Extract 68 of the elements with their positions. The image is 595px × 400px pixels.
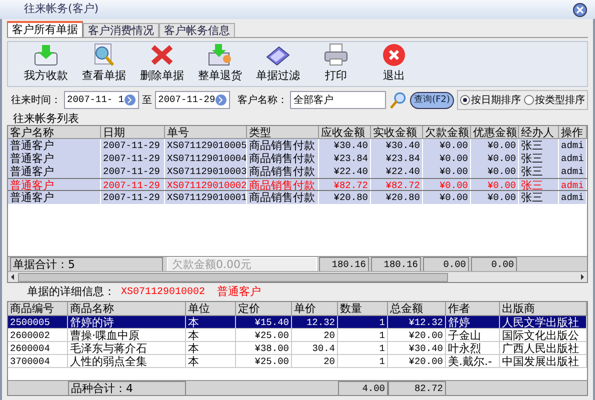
table-cell: XS071129010001 bbox=[165, 191, 247, 204]
close-button[interactable] bbox=[573, 2, 587, 16]
table-row[interactable]: 2500005 舒婷的诗 本 ¥15.40 12.32 1 ¥12.32 舒婷 人民文学出版社 bbox=[8, 316, 587, 329]
table-cell: 2007-11-29 bbox=[101, 179, 165, 190]
table-cell: 商品销售付款 bbox=[247, 191, 319, 204]
table-cell: 中国发展出版社 bbox=[500, 355, 587, 368]
toolbar-button[interactable]: 删除单据 bbox=[136, 43, 188, 85]
table-cell: ¥0.00 bbox=[471, 191, 519, 204]
table-cell: 20 bbox=[292, 355, 338, 368]
sort-radio[interactable]: 按日期排序 bbox=[460, 92, 521, 108]
table-cell: 人性的弱点全集 bbox=[68, 355, 186, 368]
list-title: 往来帐务列表 bbox=[13, 113, 79, 125]
date-field[interactable]: 2007-11-29 bbox=[155, 91, 230, 109]
tab[interactable]: 客户所有单据 bbox=[7, 21, 83, 37]
table-cell: 美.戴尔.- bbox=[446, 355, 500, 368]
table-cell: ¥82.72 bbox=[371, 179, 423, 190]
table-cell: ¥0.00 bbox=[423, 191, 471, 204]
exit-icon bbox=[381, 43, 407, 68]
total-cell: 82.72 bbox=[388, 381, 446, 396]
table-cell: admi bbox=[559, 191, 587, 204]
table-cell: 本 bbox=[186, 355, 236, 368]
table-cell: 3700004 bbox=[8, 355, 68, 368]
toolbar-button[interactable]: 查看单据 bbox=[78, 43, 130, 85]
table-cell: ¥20.00 bbox=[388, 355, 446, 368]
tab[interactable]: 客户帐务信息 bbox=[159, 23, 235, 37]
table-row[interactable]: 2600002 曹操·喋血中原 本 ¥25.00 20 1 ¥20.00 子金山 国际文化出版公 bbox=[8, 329, 587, 342]
table-cell: 2007-11-29 bbox=[101, 191, 165, 204]
table-cell: ¥82.72 bbox=[319, 179, 371, 190]
table-cell: 1 bbox=[338, 355, 388, 368]
horizontal-scrollbar[interactable] bbox=[8, 271, 587, 282]
debt-label: 欠款金额0.00元 bbox=[167, 257, 317, 272]
table-cell: ¥20.80 bbox=[371, 191, 423, 204]
total-cell: 4.00 bbox=[338, 381, 388, 396]
table-cell: ¥20.80 bbox=[319, 191, 371, 204]
search-icon[interactable] bbox=[389, 91, 408, 109]
to-label: 至 bbox=[142, 94, 152, 108]
return-icon bbox=[207, 43, 233, 68]
window-title: 往来帐务(客户) bbox=[24, 1, 99, 18]
close-icon bbox=[576, 6, 584, 14]
table-row[interactable]: 2600004 毛泽东与蒋介石 本 ¥38.00 30.4 1 ¥30.40 叶永烈 广西人民出版社 bbox=[8, 342, 587, 355]
table-row[interactable]: 普通客户 2007-11-29 XS071129010001 商品销售付款 ¥20.80 ¥20.80 ¥0.00 ¥0.00 张三 admi bbox=[8, 191, 587, 204]
table-cell: admi bbox=[559, 179, 587, 190]
spin-icon bbox=[215, 94, 228, 106]
query-button[interactable]: 查询(F2) bbox=[410, 92, 454, 108]
table-row[interactable]: 普通客户 2007-11-29 XS071129010004 商品销售付款 ¥23.84 ¥23.84 ¥0.00 ¥0.00 张三 admi bbox=[8, 152, 587, 165]
toolbar-button[interactable]: 打印 bbox=[310, 43, 362, 85]
date-field[interactable]: 2007-11- 1 bbox=[64, 91, 140, 109]
table-cell: ¥25.00 bbox=[236, 355, 292, 368]
time-label: 往来时间： bbox=[11, 94, 61, 108]
customer-field[interactable]: 全部客户 bbox=[290, 91, 386, 109]
table-cell: ¥0.00 bbox=[471, 179, 519, 190]
table-cell: 普通客户 bbox=[8, 191, 101, 204]
table-row[interactable]: 3700004 人性的弱点全集 本 ¥25.00 20 1 ¥20.00 美.戴尔.- 中国发展出版社 bbox=[8, 355, 587, 368]
sort-radio[interactable]: 按类型排序 bbox=[524, 92, 585, 108]
toolbar-button[interactable]: 单据过滤 bbox=[252, 43, 304, 85]
table-row[interactable]: 普通客户 2007-11-29 XS071129010003 商品销售付款 ¥22.40 ¥22.40 ¥0.00 ¥0.00 张三 admi bbox=[8, 165, 587, 178]
toolbar-button[interactable]: 整单退货 bbox=[194, 43, 246, 85]
table-row[interactable]: 普通客户 2007-11-29 XS071129010005 商品销售付款 ¥30.40 ¥30.40 ¥0.00 ¥0.00 张三 admi bbox=[8, 139, 587, 152]
cross-icon bbox=[149, 43, 175, 68]
tab[interactable]: 客户消费情况 bbox=[83, 23, 159, 37]
table-cell: 张三 bbox=[519, 191, 559, 204]
count-label: 品种合计：4 bbox=[68, 381, 186, 396]
table-cell: ¥0.00 bbox=[423, 179, 471, 190]
table-cell: XS071129010002 bbox=[165, 179, 247, 190]
spin-icon bbox=[124, 94, 136, 106]
customer-label: 客户名称： bbox=[237, 94, 288, 108]
toolbar-button[interactable]: 我方收款 bbox=[20, 43, 72, 85]
toolbar-button[interactable]: 退出 bbox=[368, 43, 420, 85]
